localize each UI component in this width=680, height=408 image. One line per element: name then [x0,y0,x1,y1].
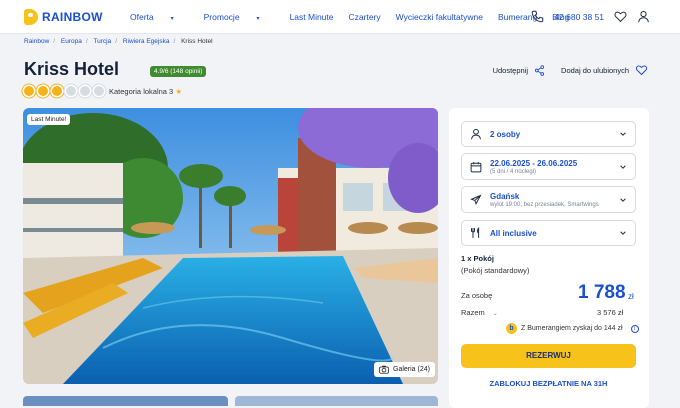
free-block-button[interactable]: ZABLOKUJ BEZPŁATNIE NA 31H [461,379,636,388]
sun-icon [24,86,34,96]
menu-item-wycieczki[interactable]: Wycieczki fakultatywne [396,12,483,22]
breadcrumb-item[interactable]: Turcja [93,38,111,45]
pool-scene-illustration [23,108,438,384]
dates-subtext: (5 dni / 4 noclegi) [490,168,537,175]
breadcrumb-current: Kriss Hotel [181,38,213,45]
departure-select[interactable]: Gdańsk wylot 19:00, bez przesiadek, Smart… [461,186,636,213]
gallery-button[interactable]: Galeria (24) [374,362,435,377]
sun-icon [52,86,62,96]
hotel-photo[interactable] [23,108,438,384]
breadcrumb: Rainbow / Europa / Turcja / Riwiera Egejska… [24,38,213,45]
breadcrumb-item[interactable]: Riwiera Egejska [123,38,170,45]
top-navbar: RAINBOW Oferta ▾ Promocje ▾ Last Minute Cz… [0,0,680,34]
share-icon [534,64,545,76]
menu-item-promocje[interactable]: Promocje ▾ [204,12,275,22]
phone-number[interactable]: 42 680 38 51 [554,12,604,22]
dates-select[interactable]: 22.06.2025 - 26.06.2025 (5 dni / 4 nocleg… [461,153,636,180]
total-value: 3 576 zł [597,308,624,317]
favorite-label: Dodaj do ulubionych [561,65,629,75]
cutlery-icon [471,227,480,238]
brand-name: RAINBOW [42,10,103,24]
dates-value: 22.06.2025 - 26.06.2025 [490,158,578,168]
chevron-down-icon: ▾ [170,16,174,22]
camera-icon [379,365,389,374]
heart-icon[interactable] [614,10,627,23]
category-label: Kategoria lokalna 3 ★ [109,87,183,96]
chevron-down-icon: ⌄ [492,311,498,317]
chevron-down-icon [620,132,626,136]
chevron-down-icon [620,197,626,202]
bumerang-text: Z Bumerangiem zyskaj do 144 zł [521,325,623,332]
departure-subtext: wylot 19:00, bez przesiadek, Smartwings [490,201,599,208]
per-person-price: 1 788 [578,282,626,303]
per-person-label: Za osobę [461,291,493,300]
sun-rating [24,86,104,96]
menu-item-oferta[interactable]: Oferta ▾ [130,12,189,22]
persons-select[interactable]: 2 osoby [461,121,636,147]
room-count: 1 x Pokój [461,254,494,263]
chevron-down-icon [620,164,626,169]
gallery-label: Galeria (24) [393,366,430,373]
favorite-button[interactable]: Dodaj do ulubionych [561,64,648,76]
room-type: (Pokój standardowy) [461,266,530,275]
board-value: All inclusive [490,228,537,238]
rating-badge[interactable]: 4.9/6 (148 opinii) [150,66,207,77]
heart-icon [635,65,648,76]
rainbow-logo-mark [24,9,38,25]
main-menu: Oferta ▾ Promocje ▾ Last Minute Czartery W… [130,12,584,22]
sun-icon [66,86,76,96]
sun-icon [94,86,104,96]
chevron-down-icon: ▾ [256,16,260,22]
bumerang-icon: b [506,323,517,334]
departure-value: Gdańsk [490,191,520,201]
chevron-down-icon [620,231,626,235]
plane-icon [470,194,482,205]
star-icon: ★ [175,87,183,96]
thumbnail-photo[interactable] [235,396,438,406]
user-icon[interactable] [637,10,650,23]
thumbnail-photo[interactable] [23,396,228,406]
phone-icon[interactable] [531,10,544,23]
reserve-button[interactable]: REZERWUJ [461,344,636,368]
total-toggle[interactable]: Razem ⌄ [461,308,498,317]
total-label: Razem [461,308,485,317]
persons-value: 2 osoby [490,129,521,139]
breadcrumb-item[interactable]: Rainbow [24,38,49,45]
share-label: Udostępnij [492,65,529,75]
info-icon[interactable]: i [630,324,639,333]
nav-right: 42 680 38 51 [531,10,650,23]
bumerang-info: b Z Bumerangiem zyskaj do 144 zł i [506,323,639,334]
price-currency: zł [628,292,634,301]
breadcrumb-item[interactable]: Europa [61,38,82,45]
last-minute-badge: Last Minute! [27,114,71,125]
sun-icon [38,86,48,96]
page-title: Kriss Hotel [24,59,120,79]
menu-item-last-minute[interactable]: Last Minute [290,12,334,22]
share-button[interactable]: Udostępnij [492,64,545,76]
board-select[interactable]: All inclusive [461,220,636,246]
menu-item-czartery[interactable]: Czartery [349,12,381,22]
user-icon [471,128,481,140]
calendar-icon [470,161,482,172]
rainbow-logo[interactable]: RAINBOW [24,9,103,25]
sun-icon [80,86,90,96]
page-actions: Udostępnij Dodaj do ulubionych [493,64,648,76]
